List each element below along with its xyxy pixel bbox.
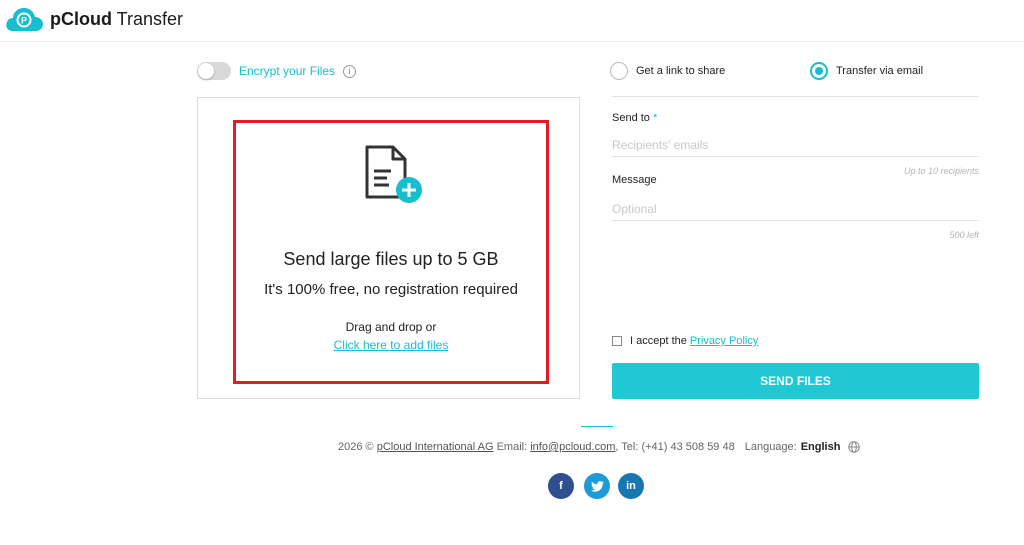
send-to-label: Send to * [612, 112, 658, 124]
accept-checkbox[interactable] [612, 336, 622, 346]
privacy-policy-link[interactable]: Privacy Policy [690, 335, 758, 347]
add-file-icon [365, 145, 422, 203]
company-link[interactable]: pCloud International AG [377, 441, 494, 453]
encrypt-toggle[interactable] [197, 62, 231, 80]
send-files-button[interactable]: SEND FILES [612, 363, 979, 399]
linkedin-icon[interactable]: in [618, 473, 644, 499]
logo[interactable]: P pCloud Transfer [4, 5, 183, 33]
linkedin-glyph: in [626, 480, 636, 492]
header: P pCloud Transfer [0, 0, 1024, 42]
email-link[interactable]: info@pcloud.com [530, 441, 615, 453]
dropzone-title: Send large files up to 5 GB [283, 249, 499, 269]
message-label: Message [612, 174, 657, 186]
encrypt-label[interactable]: Encrypt your Files [239, 64, 335, 78]
option-transfer-email-label: Transfer via email [836, 65, 924, 77]
language-label: Language: [744, 441, 797, 453]
language-selector[interactable]: English [801, 441, 841, 453]
accept-row: I accept the Privacy Policy [612, 335, 758, 347]
pcloud-logo-icon: P [6, 8, 43, 31]
option-get-link[interactable]: Get a link to share [610, 62, 725, 80]
add-files-link[interactable]: Click here to add files [334, 338, 449, 352]
globe-icon[interactable] [848, 441, 861, 453]
divider [612, 96, 979, 97]
encrypt-row: Encrypt your Files i [197, 62, 357, 80]
file-drop-zone[interactable]: Send large files up to 5 GB It's 100% fr… [197, 97, 580, 399]
twitter-bird-icon [590, 480, 604, 492]
option-get-link-label: Get a link to share [636, 65, 726, 77]
dropzone-subtitle: It's 100% free, no registration required [264, 281, 518, 298]
footer: 2026 © pCloud International AG Email: in… [338, 441, 861, 453]
radio-transfer-email[interactable] [810, 62, 828, 80]
info-icon[interactable]: i [343, 64, 357, 78]
accept-text: I accept the [630, 335, 687, 347]
recipients-input[interactable] [612, 133, 979, 157]
facebook-glyph: f [559, 480, 563, 492]
phone-text: , Tel: (+41) 43 508 59 48 [615, 441, 735, 453]
facebook-icon[interactable]: f [548, 473, 574, 499]
radio-get-link[interactable] [610, 62, 628, 80]
highlight-box: Send large files up to 5 GB It's 100% fr… [233, 120, 549, 384]
email-label: Email: [496, 441, 528, 453]
message-input[interactable] [612, 197, 979, 221]
drag-drop-text: Drag and drop or [345, 320, 437, 334]
toggle-knob [198, 63, 214, 79]
brand-name: pCloud Transfer [50, 8, 184, 29]
twitter-icon[interactable] [584, 473, 610, 499]
footer-divider [581, 426, 613, 427]
message-hint: 500 left [949, 230, 979, 240]
footer-copyright: 2026 © [338, 441, 374, 453]
option-transfer-email[interactable]: Transfer via email [810, 62, 923, 80]
recipients-hint: Up to 10 recipients [903, 166, 979, 176]
svg-text:P: P [21, 16, 27, 26]
